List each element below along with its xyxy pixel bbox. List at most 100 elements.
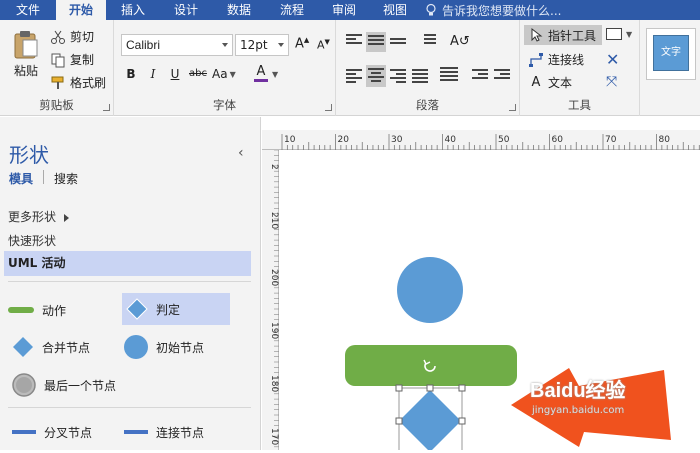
shape-action[interactable]: 动作 <box>8 295 116 325</box>
baidu-watermark: Baidu经验 jingyan.baidu.com <box>530 374 626 416</box>
divider <box>8 407 251 408</box>
justify-icon[interactable] <box>412 69 428 83</box>
initial-node-shape[interactable] <box>397 257 463 323</box>
line-spacing-icon[interactable] <box>440 67 458 81</box>
align-center-icon[interactable] <box>366 65 386 87</box>
text-tool-button[interactable]: A 文本 <box>528 74 572 91</box>
tab-review[interactable]: 审阅 <box>318 0 370 20</box>
paragraph-group-label: 段落 <box>416 98 439 112</box>
bold-button[interactable]: B <box>122 67 140 81</box>
shape-style-gallery[interactable]: 文字 <box>646 28 696 80</box>
clipboard-group-label: 剪贴板 <box>39 98 74 112</box>
strikethrough-button[interactable]: abc <box>186 68 210 79</box>
paragraph-launcher-icon[interactable] <box>509 104 516 111</box>
align-left-icon[interactable] <box>346 69 362 83</box>
tab-home[interactable]: 开始 <box>56 0 106 20</box>
cut-label: 剪切 <box>70 30 95 44</box>
paintbrush-icon <box>51 76 64 89</box>
ruler-label: 80 <box>659 135 671 145</box>
clipboard-group: 粘贴 剪切 复制 格式刷 剪贴板 <box>0 20 114 116</box>
clipboard-launcher-icon[interactable] <box>103 104 110 111</box>
font-size-select[interactable]: 12pt <box>235 34 289 56</box>
tab-separator <box>43 170 45 184</box>
shape-initial[interactable]: 初始节点 <box>124 333 234 361</box>
increase-indent-icon[interactable] <box>494 69 510 83</box>
tab-stencils[interactable]: 模具 <box>9 170 33 187</box>
rectangle-shape-button[interactable]: ▼ <box>606 28 632 40</box>
tab-search[interactable]: 搜索 <box>54 170 78 187</box>
cut-button[interactable]: 剪切 <box>50 28 94 45</box>
more-shapes-item[interactable]: 更多形状 <box>8 208 70 225</box>
align-right-icon[interactable] <box>390 69 406 83</box>
connection-point-button[interactable]: ⤧ <box>606 74 617 90</box>
font-group-label: 字体 <box>213 98 236 112</box>
divider <box>8 281 251 282</box>
quick-shapes-item[interactable]: 快速形状 <box>8 232 56 249</box>
format-painter-button[interactable]: 格式刷 <box>50 74 106 91</box>
bullets-icon[interactable] <box>420 34 436 48</box>
tell-me-box[interactable]: 告诉我您想要做什么... <box>424 2 561 19</box>
connector-icon <box>529 52 543 67</box>
tools-group-label: 工具 <box>568 98 591 112</box>
rotate-text-icon: A↺ <box>450 34 470 49</box>
decrease-indent-icon[interactable] <box>472 69 488 83</box>
text-a-icon: A <box>531 74 541 90</box>
shrink-font-button[interactable]: A▼ <box>317 38 330 52</box>
shape-join[interactable]: 连接节点 <box>124 422 234 442</box>
align-middle-icon[interactable] <box>366 32 386 52</box>
ruler-label: 50 <box>498 135 510 145</box>
close-x-button[interactable]: ✕ <box>606 50 619 69</box>
shape-decision[interactable]: 判定 <box>122 293 230 325</box>
merge-diamond-icon <box>13 337 33 357</box>
diagram <box>345 257 671 453</box>
text-tool-label: 文本 <box>548 76 573 90</box>
shape-label: 合并节点 <box>42 340 91 355</box>
grow-font-button[interactable]: A▲ <box>295 36 309 51</box>
ribbon-tab-bar: 文件 开始 插入 设计 数据 流程 审阅 视图 告诉我您想要做什么... <box>0 0 700 20</box>
chevron-down-icon <box>278 43 284 47</box>
tab-data[interactable]: 数据 <box>212 0 266 20</box>
font-launcher-icon[interactable] <box>325 104 332 111</box>
change-case-button[interactable]: Aa ▼ <box>212 67 236 81</box>
copy-label: 复制 <box>70 53 95 67</box>
chevron-down-icon[interactable]: ▼ <box>272 70 278 79</box>
connector-button[interactable]: 连接线 <box>528 51 584 68</box>
italic-button[interactable]: I <box>144 67 162 81</box>
pointer-tool-button[interactable]: 指针工具 <box>524 25 602 45</box>
shape-label: 最后一个节点 <box>44 378 117 393</box>
drawing-canvas[interactable] <box>279 150 700 453</box>
stencil-uml-activity[interactable]: UML 活动 <box>4 251 251 276</box>
text-direction-button[interactable]: A↺ <box>450 34 470 49</box>
font-color-button[interactable]: A <box>254 65 268 82</box>
ruler-label: 10 <box>284 135 296 145</box>
shape-label: 判定 <box>156 302 181 317</box>
ruler-label: 20 <box>338 135 350 145</box>
shape-fork[interactable]: 分叉节点 <box>12 422 120 442</box>
tab-view[interactable]: 视图 <box>370 0 420 20</box>
ruler-label: 60 <box>552 135 564 145</box>
tab-file[interactable]: 文件 <box>0 0 56 20</box>
decision-shape[interactable] <box>399 390 461 452</box>
tab-insert[interactable]: 插入 <box>106 0 160 20</box>
tab-design[interactable]: 设计 <box>160 0 212 20</box>
ruler-label: 40 <box>445 135 457 145</box>
paste-button[interactable]: 粘贴 <box>8 30 44 79</box>
scissors-icon <box>51 30 65 44</box>
underline-button[interactable]: U <box>166 67 184 81</box>
chevron-down-icon: ▼ <box>626 29 633 39</box>
action-shape[interactable] <box>345 345 517 386</box>
paragraph-group: A↺ 段落 <box>336 20 520 116</box>
ruler-label: 190 <box>269 322 279 339</box>
shape-final[interactable]: 最后一个节点 <box>12 371 142 399</box>
shape-merge[interactable]: 合并节点 <box>12 333 120 361</box>
watermark-url: jingyan.baidu.com <box>532 405 625 416</box>
decision-diamond-icon <box>126 298 148 320</box>
align-bottom-icon[interactable] <box>390 38 406 52</box>
collapse-chevron-icon[interactable]: ‹ <box>238 145 244 161</box>
tab-process[interactable]: 流程 <box>266 0 318 20</box>
font-family-select[interactable]: Calibri <box>121 34 233 56</box>
close-x-icon: ✕ <box>606 50 620 69</box>
horizontal-ruler-ticks: 10 20 30 40 50 60 70 80 <box>281 134 700 150</box>
align-top-icon[interactable] <box>346 34 362 48</box>
copy-button[interactable]: 复制 <box>50 51 94 68</box>
